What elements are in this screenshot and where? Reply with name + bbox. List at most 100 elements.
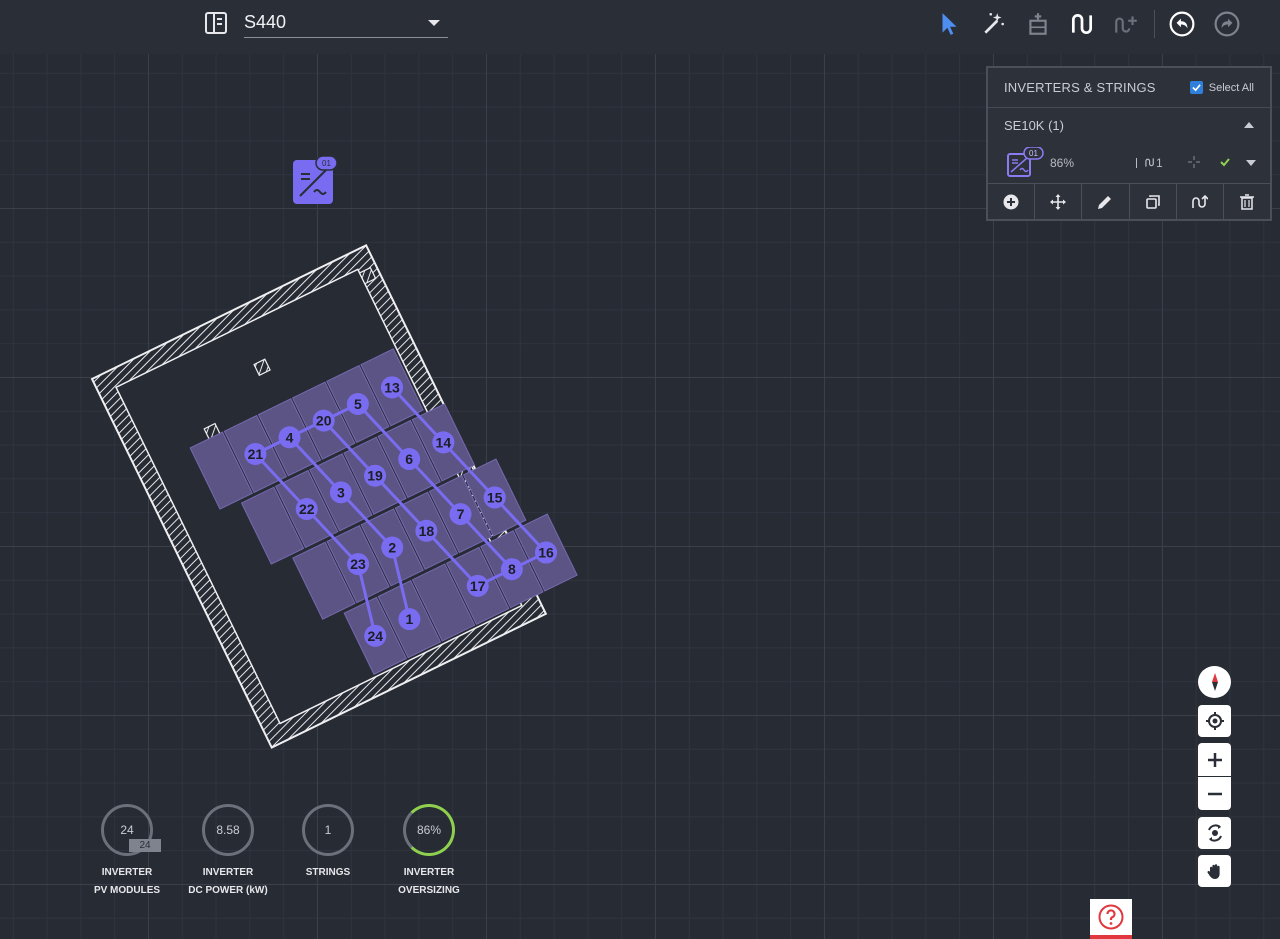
stat-label-line2: PV MODULES (93, 885, 161, 896)
zoom-in-icon (1207, 752, 1222, 767)
string-icon[interactable] (1067, 9, 1097, 39)
stat-label-line2: DC POWER (kW) (188, 885, 268, 896)
string-node-label: 14 (436, 434, 452, 450)
stat-value: 24 (120, 823, 134, 837)
inverter-label: SE10K (1) (1004, 117, 1064, 133)
undo-icon[interactable] (1167, 9, 1197, 39)
checkbox-checked-icon[interactable] (1189, 81, 1203, 94)
move-icon (1050, 193, 1067, 210)
string-divider (1136, 158, 1137, 168)
magic-wand-icon[interactable] (979, 9, 1009, 39)
redo-icon[interactable] (1212, 9, 1242, 39)
string-node-label: 20 (316, 413, 332, 429)
add-module-icon[interactable] (1023, 9, 1053, 39)
delete-button[interactable] (1224, 184, 1270, 219)
string-node-label: 19 (367, 468, 383, 484)
inverter-icon: 01 (1007, 147, 1044, 177)
panel-actions (988, 183, 1270, 219)
string-node-label: 16 (538, 545, 554, 561)
locate-button[interactable] (1198, 705, 1231, 737)
stat-strings: 1 STRINGS (273, 804, 383, 882)
design-select-value: S440 (244, 12, 287, 32)
select-all-checkbox[interactable]: Select All (1189, 81, 1254, 94)
string-count-label: 1 (1156, 156, 1163, 170)
stat-ring: 86% (403, 804, 455, 856)
rotate-icon (1207, 824, 1222, 842)
chevron-up-icon[interactable] (1244, 122, 1254, 128)
crosshair-icon[interactable] (1188, 156, 1200, 171)
string-indicator: 1 (1136, 156, 1163, 170)
zoom-out-icon (1207, 792, 1222, 795)
string-node-label: 6 (405, 451, 413, 467)
string-node-label: 4 (286, 429, 294, 445)
stat-label-line1: INVERTER (403, 867, 455, 878)
add-inverter-button[interactable] (988, 184, 1036, 219)
stat-label-line1: INVERTER (101, 867, 153, 878)
stat-value: 86% (416, 823, 442, 837)
string-node-label: 15 (487, 489, 503, 505)
help-icon[interactable] (1098, 904, 1124, 930)
string-node-label: 21 (248, 446, 264, 462)
string-node-label: 7 (457, 506, 465, 522)
stat-label-line1: INVERTER (202, 867, 254, 878)
inverter-row[interactable]: SE10K (1) (988, 108, 1270, 142)
select-arrow-icon[interactable] (934, 9, 964, 39)
panel-toggle-icon[interactable] (204, 11, 228, 35)
stat-label-line2: OVERSIZING (398, 885, 460, 896)
check-icon (1220, 156, 1230, 170)
top-toolbar: S440 (0, 0, 1280, 54)
inverter-marker-badge: 01 (322, 159, 331, 168)
inverter-marker[interactable]: 01 (292, 156, 338, 204)
rotate-button[interactable] (1198, 817, 1231, 849)
string-node-label: 17 (470, 578, 486, 594)
stat-badge: 24 (129, 839, 161, 852)
restring-button[interactable] (1177, 184, 1224, 219)
stat-dc-power: 8.58 INVERTER DC POWER (kW) (173, 804, 283, 900)
copy-button[interactable] (1130, 184, 1177, 219)
string-node-label: 1 (406, 611, 414, 627)
compass-icon (1211, 673, 1218, 691)
delete-icon (1239, 193, 1254, 210)
chevron-down-icon[interactable] (428, 20, 440, 26)
string-node-label: 22 (299, 501, 315, 517)
string-row[interactable]: 01 86% 1 (988, 142, 1270, 184)
edit-icon (1098, 195, 1112, 209)
string-node-label: 24 (367, 628, 383, 644)
copy-icon (1145, 194, 1160, 209)
string-node-label: 3 (337, 484, 345, 500)
toolbar-divider (1154, 10, 1155, 38)
stat-ring: 8.58 (202, 804, 254, 856)
string-row-percent: 86% (1050, 156, 1075, 170)
stat-label: INVERTER DC POWER (kW) (173, 864, 283, 900)
stat-ring: 24 24 (101, 804, 161, 856)
zoom-in-button[interactable] (1198, 743, 1231, 776)
restring-icon (1191, 194, 1208, 208)
string-row-badge: 01 (1029, 149, 1038, 158)
design-selector[interactable]: S440 (204, 8, 448, 38)
stat-label: INVERTER PV MODULES (72, 864, 182, 900)
stat-label: INVERTER OVERSIZING (374, 864, 484, 900)
string-node-label: 18 (419, 523, 435, 539)
chevron-down-icon[interactable] (1246, 160, 1256, 166)
select-all-label: Select All (1208, 81, 1254, 94)
compass-button[interactable] (1198, 666, 1231, 698)
string-small-icon (1145, 158, 1154, 167)
move-button[interactable] (1035, 184, 1083, 219)
add-icon (1003, 194, 1019, 209)
string-node-label: 8 (508, 561, 516, 577)
zoom-out-button[interactable] (1198, 777, 1231, 810)
string-node-label: 2 (388, 539, 396, 555)
locate-icon (1205, 712, 1224, 730)
edit-button[interactable] (1082, 184, 1130, 219)
string-node-label: 5 (354, 396, 362, 412)
string-node-label: 23 (350, 556, 366, 572)
stat-label: STRINGS (273, 864, 383, 882)
stat-value: 8.58 (216, 823, 240, 837)
help-button[interactable] (1090, 899, 1132, 939)
pan-button[interactable] (1198, 855, 1231, 887)
stat-oversizing: 86% INVERTER OVERSIZING (374, 804, 484, 900)
design-select-box[interactable]: S440 (244, 8, 448, 38)
stat-pv-modules: 24 24 INVERTER PV MODULES (72, 804, 182, 900)
string-add-icon[interactable] (1111, 9, 1141, 39)
pan-hand-icon (1206, 864, 1220, 879)
